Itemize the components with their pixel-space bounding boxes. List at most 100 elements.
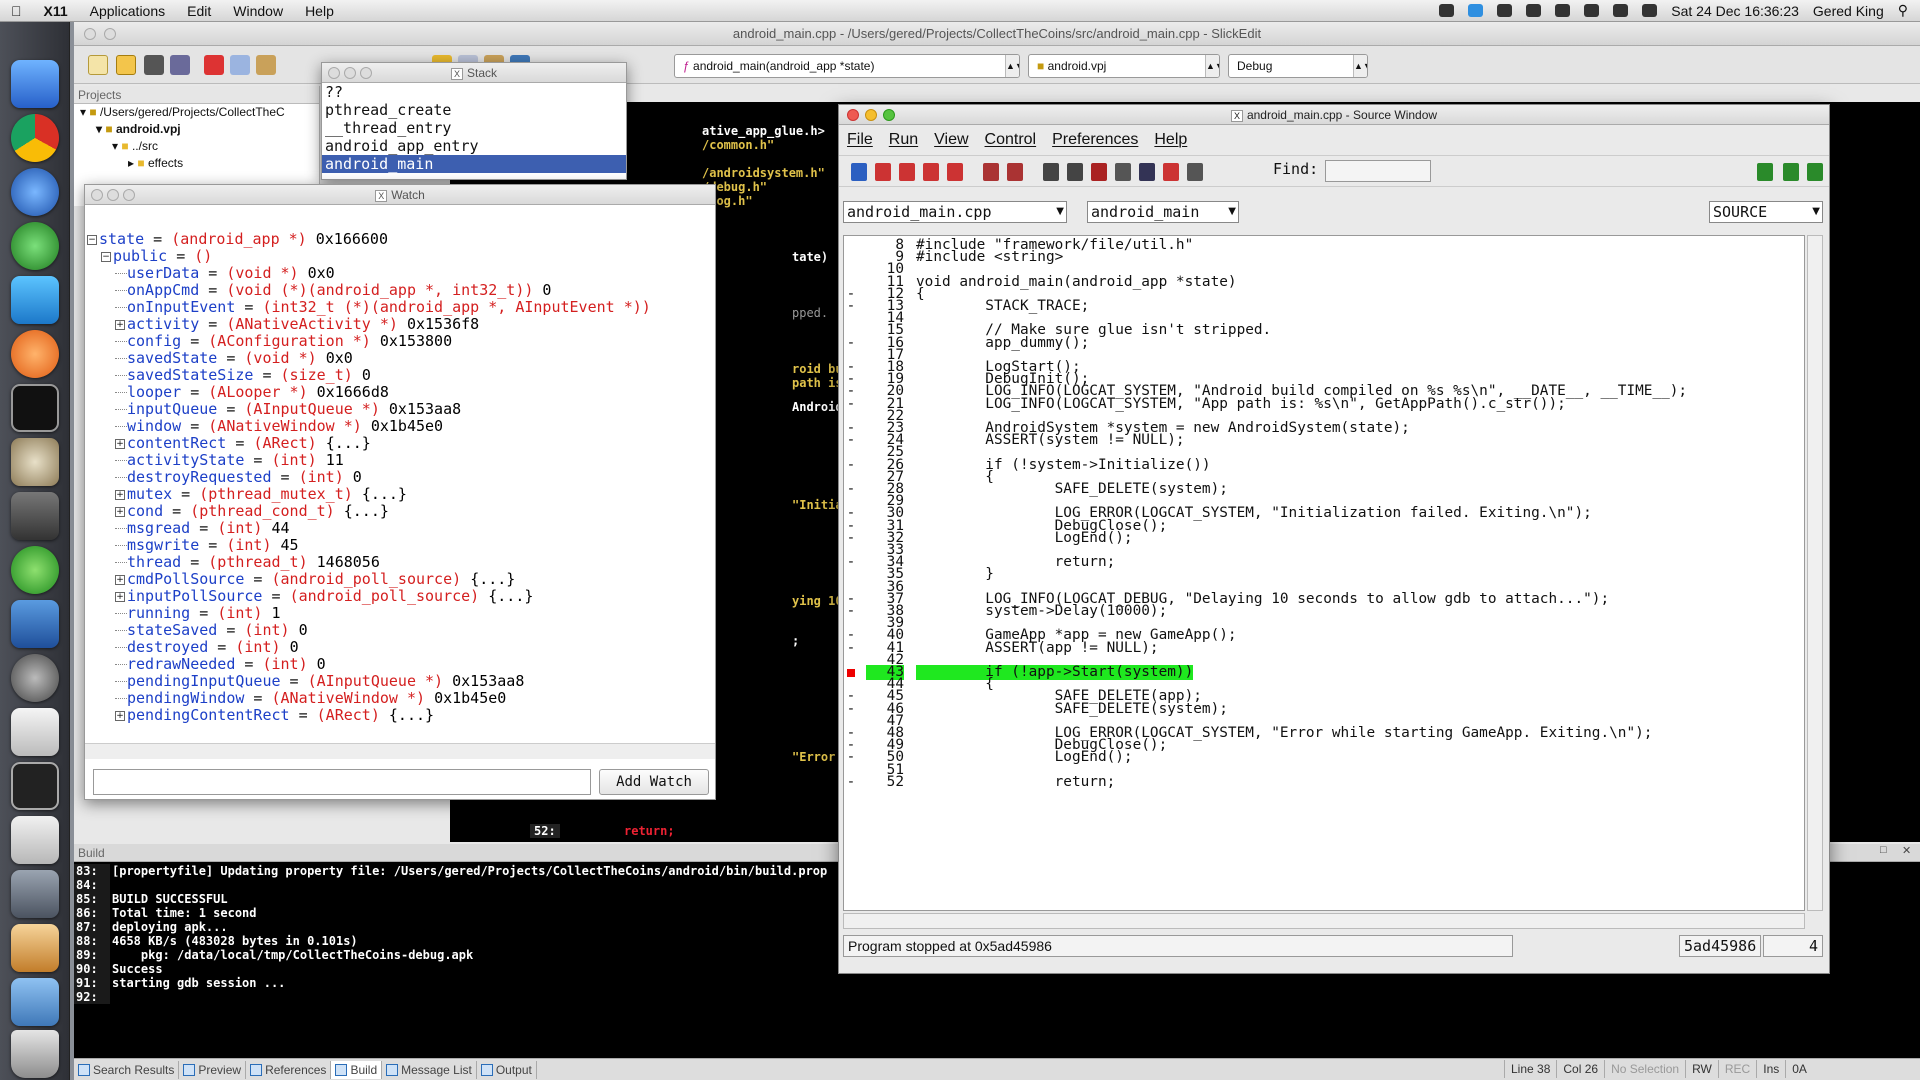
status-rec[interactable]: REC — [1717, 1060, 1756, 1078]
watch-field-row[interactable]: + cmdPollSource = (android_poll_source) {… — [115, 571, 515, 588]
watch-field-row[interactable]: msgwrite = (int) 45 — [115, 537, 299, 554]
menu-help[interactable]: Help — [1146, 131, 1195, 149]
down-stack-icon[interactable] — [1783, 163, 1799, 181]
expand-icon[interactable]: + — [115, 319, 125, 330]
watch-field-row[interactable]: destroyRequested = (int) 0 — [115, 469, 362, 486]
terminal-icon[interactable] — [11, 384, 59, 432]
cut-icon[interactable] — [204, 55, 224, 75]
kill-icon[interactable] — [1067, 163, 1083, 181]
expand-icon[interactable]: + — [115, 591, 125, 602]
menubar-user[interactable]: Gered King — [1813, 3, 1884, 19]
next-icon[interactable] — [983, 163, 999, 181]
save-icon[interactable] — [144, 55, 164, 75]
alien-icon[interactable] — [1497, 4, 1513, 17]
run-icon[interactable] — [851, 163, 867, 181]
run-to-cursor-icon[interactable] — [947, 163, 963, 181]
applications-folder-icon[interactable] — [11, 978, 59, 1026]
paste-icon[interactable] — [256, 55, 276, 75]
mode-combo[interactable]: SOURCE ▼ — [1709, 201, 1823, 223]
watch-root-row[interactable]: − state = (android_app *) 0x166600 — [87, 231, 388, 248]
minimize-button[interactable] — [344, 67, 356, 79]
document-icon[interactable] — [11, 816, 59, 864]
thunderbird-icon[interactable] — [11, 168, 59, 216]
collapse-icon[interactable]: − — [101, 251, 111, 262]
watch-public-row[interactable]: − public = () — [101, 248, 212, 265]
menu-edit[interactable]: Edit — [176, 3, 222, 19]
close-button[interactable] — [847, 109, 859, 121]
finish-frame-icon[interactable] — [1807, 163, 1823, 181]
function-combo[interactable]: android_main ▼ — [1087, 201, 1239, 223]
home-folder-icon[interactable] — [11, 924, 59, 972]
chevron-down-icon[interactable]: ▼ — [1228, 202, 1236, 222]
minimize-button[interactable] — [865, 109, 877, 121]
watch-field-row[interactable]: userData = (void *) 0x0 — [115, 265, 335, 282]
stack-frame[interactable]: __thread_entry — [322, 119, 626, 137]
zoom-button[interactable] — [883, 109, 895, 121]
watch-field-row[interactable]: + inputPollSource = (android_poll_source)… — [115, 588, 533, 605]
close-button[interactable] — [91, 189, 103, 201]
zoom-button[interactable] — [123, 189, 135, 201]
home-icon[interactable] — [1139, 163, 1155, 181]
status-rw[interactable]: RW — [1685, 1060, 1718, 1078]
menu-window[interactable]: Window — [222, 3, 294, 19]
watch-field-row[interactable]: stateSaved = (int) 0 — [115, 622, 308, 639]
x11-icon[interactable] — [11, 762, 59, 810]
watch-field-row[interactable]: pendingWindow = (ANativeWindow *) 0x1b45… — [115, 690, 506, 707]
battery-icon[interactable] — [1642, 4, 1658, 17]
status-ins[interactable]: Ins — [1756, 1060, 1785, 1078]
watch-field-row[interactable]: + cond = (pthread_cond_t) {...} — [115, 503, 389, 520]
twitter-icon[interactable] — [1468, 4, 1484, 17]
preview-icon[interactable] — [11, 492, 59, 540]
paw-icon[interactable] — [1439, 4, 1455, 17]
file-combo[interactable]: android_main.cpp ▼ — [843, 201, 1067, 223]
watch-field-row[interactable]: onAppCmd = (void (*)(android_app *, int3… — [115, 282, 551, 299]
watch-field-row[interactable]: onInputEvent = (int32_t (*)(android_app … — [115, 299, 651, 316]
menu-control[interactable]: Control — [977, 131, 1045, 149]
menu-help[interactable]: Help — [294, 3, 345, 19]
watch-field-row[interactable]: redrawNeeded = (int) 0 — [115, 656, 326, 673]
watch-expression-input[interactable] — [93, 769, 591, 795]
watch-field-row[interactable]: + contentRect = (ARect) {...} — [115, 435, 371, 452]
watch-field-row[interactable]: thread = (pthread_t) 1468056 — [115, 554, 380, 571]
project-combo[interactable]: ■ android.vpj ▲▼ — [1028, 54, 1220, 78]
tab-preview[interactable]: Preview — [179, 1060, 247, 1079]
watch-field-row[interactable]: savedStateSize = (size_t) 0 — [115, 367, 371, 384]
vlc-icon[interactable] — [11, 330, 59, 378]
tree-item-src[interactable]: ▾ ■ ../src — [74, 138, 319, 155]
watch-icon[interactable] — [1115, 163, 1131, 181]
open-folder-icon[interactable] — [116, 55, 136, 75]
find-input[interactable] — [1325, 160, 1431, 182]
source-vertical-scrollbar[interactable] — [1807, 235, 1823, 911]
collapse-icon[interactable]: − — [87, 234, 97, 245]
source-horizontal-scrollbar[interactable] — [843, 913, 1805, 929]
stack-frame[interactable]: android_app_entry — [322, 137, 626, 155]
tab-build[interactable]: Build — [331, 1060, 383, 1079]
finish-icon[interactable] — [1007, 163, 1023, 181]
textedit-icon[interactable] — [11, 708, 59, 756]
watch-field-row[interactable]: + mutex = (pthread_mutex_t) {...} — [115, 486, 407, 503]
eject-icon[interactable] — [1613, 4, 1629, 17]
watch-horizontal-scrollbar[interactable] — [85, 743, 715, 759]
code-line[interactable]: - 52 return; — [844, 774, 1804, 790]
gimp-icon[interactable] — [11, 438, 59, 486]
step-out-icon[interactable] — [923, 163, 939, 181]
chevron-down-icon[interactable]: ▲▼ — [1353, 55, 1367, 77]
menu-app-name[interactable]: X11 — [33, 3, 79, 19]
save-all-icon[interactable] — [170, 55, 190, 75]
expand-icon[interactable]: + — [115, 574, 125, 585]
new-file-icon[interactable] — [88, 55, 108, 75]
breakpoint-marker[interactable] — [847, 669, 855, 677]
tree-item-vpj[interactable]: ▾ ■ android.vpj — [74, 121, 319, 138]
watch-field-row[interactable]: activityState = (int) 11 — [115, 452, 344, 469]
expand-icon[interactable]: + — [115, 710, 125, 721]
watch-field-row[interactable]: pendingInputQueue = (AInputQueue *) 0x15… — [115, 673, 524, 690]
memory-icon[interactable] — [1187, 163, 1203, 181]
menu-applications[interactable]: Applications — [79, 3, 177, 19]
twitter-icon[interactable] — [11, 276, 59, 324]
source-code-view[interactable]: 8 #include "framework/file/util.h" 9 #inclu… — [843, 235, 1805, 911]
menu-run[interactable]: Run — [881, 131, 926, 149]
slickedit-icon[interactable] — [11, 546, 59, 594]
close-button[interactable] — [84, 28, 96, 40]
tab-message-list[interactable]: Message List — [382, 1060, 477, 1079]
step-over-icon[interactable] — [899, 163, 915, 181]
